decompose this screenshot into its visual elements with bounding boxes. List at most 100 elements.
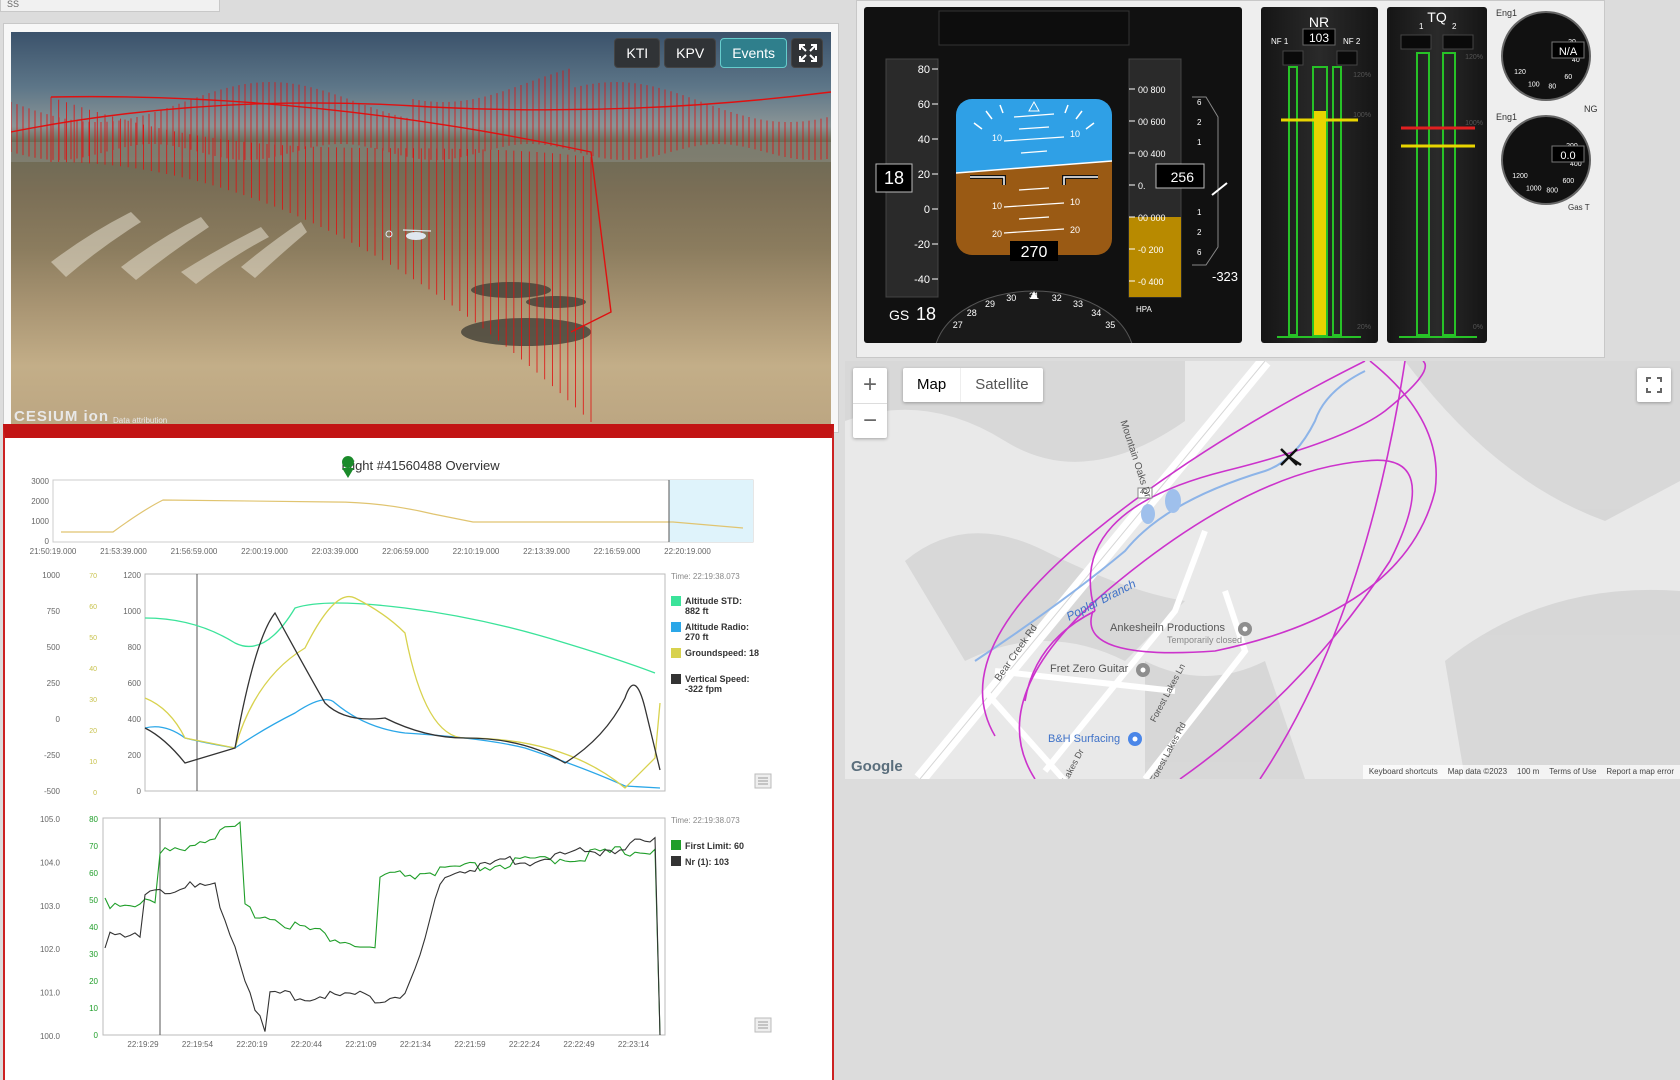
nr-100-label: 100% [1353,112,1371,119]
chart2-menu-icon[interactable] [754,1017,772,1033]
alt-tick-label: 00 800 [1138,85,1166,95]
compass-label: 29 [985,299,995,309]
fullscreen-icon [1646,377,1662,393]
charts-canvas[interactable]: 300020001000021:50:19.000 21:53:39.000 21:… [5,438,832,1078]
map-label-fret-zero[interactable]: Fret Zero Guitar [1050,663,1128,675]
chart1-axis2-tick: 0 [93,790,97,797]
compass-label: 34 [1091,308,1101,318]
overview-marker-icon[interactable] [342,456,355,478]
events-button[interactable]: Events [720,38,787,68]
chart2-axis1-tick: 104.0 [40,858,61,867]
legend-value: -322 fpm [685,684,722,694]
helicopter-map-icon [1280,448,1302,467]
overview-y-tick: 3000 [31,477,49,486]
chart2-axis2-tick: 80 [89,815,98,824]
legend-label[interactable]: Nr (1): 103 [685,857,729,867]
pitch-label: 20 [1070,225,1080,235]
zoom-out-button[interactable]: − [853,403,887,438]
gauge-tick-label: 80 [1548,83,1556,90]
speed-readout: 18 [884,168,904,188]
chart2-axis2-tick: 50 [89,896,98,905]
chart2-axis1-tick: 101.0 [40,989,61,998]
map-data-label: Map data ©2023 [1447,767,1508,776]
gauge-tick-label: 120 [1514,69,1526,76]
legend-label[interactable]: Altitude Radio: [685,622,749,632]
chart2-x-tick: 22:21:34 [400,1040,432,1049]
nr-120-label: 120% [1353,72,1371,79]
ng-gauge-value: N/A [1559,46,1578,58]
tq-gauge-canvas: TQ 1 2 120% 100% 0% [1399,9,1483,338]
vs-tick-label: 1 [1197,208,1202,217]
legend-label[interactable]: First Limit: 60 [685,841,744,851]
alt-tick-label: 00 400 [1138,149,1166,159]
chart2-axis1-tick: 100.0 [40,1032,61,1041]
report-error-link[interactable]: Report a map error [1606,767,1674,777]
poi-pin-icon[interactable] [1238,622,1252,636]
chart1-axis3-tick: 600 [128,679,142,688]
terms-link[interactable]: Terms of Use [1549,767,1596,777]
chart2-axis2-tick: 70 [89,842,98,851]
map-fullscreen-button[interactable] [1637,368,1671,402]
map-type-satellite-button[interactable]: Satellite [961,368,1042,402]
altitude-readout: 256 [1171,169,1195,185]
map-zoom-control: + − [853,368,887,438]
speed-tick-label: 20 [918,169,930,181]
tq-1-label: 1 [1419,22,1424,31]
legend-label[interactable]: Altitude STD: [685,596,742,606]
heading-readout: 270 [1021,244,1048,261]
chart1-axis1-tick: 750 [47,607,61,616]
pitch-label: 10 [1070,129,1080,139]
map-label-bh-surfacing[interactable]: B&H Surfacing [1048,733,1120,745]
chart2-axis2-tick: 20 [89,977,98,986]
primary-flight-display: 80 60 40 20 0 -20 -40 18 GS 18 10 10 10 … [864,7,1242,343]
cesium-3d-viewer[interactable]: KTI KPV Events CESIUM ion Data attributi… [11,32,831,425]
overview-x-tick: 22:03:39.000 [312,547,359,556]
google-logo: Google [851,758,903,775]
keyboard-shortcuts-link[interactable]: Keyboard shortcuts [1369,767,1438,777]
gas-t-gauge-label: Eng1 [1496,112,1517,122]
chart1-axis2-tick: 30 [89,697,97,704]
top-stub-tab[interactable]: ŠS [0,0,220,12]
top-stub-label: ŠS [7,0,20,9]
vs-tick-label: 6 [1197,98,1202,107]
overview-selection[interactable] [669,480,753,542]
map-label-ankeshein-status: Temporarily closed [1167,635,1243,645]
overview-x-tick: 22:16:59.000 [594,547,641,556]
chart2-x-tick: 22:20:19 [236,1040,268,1049]
kpv-button[interactable]: KPV [664,38,717,68]
chart1-axis3-tick: 1000 [123,607,141,616]
chart1-menu-icon[interactable] [754,773,772,789]
poi-pin-icon[interactable] [1136,663,1150,677]
alt-tick-label: 00 000 [1138,213,1166,223]
nf2-label: NF 2 [1343,37,1361,46]
legend-label[interactable]: Groundspeed: 18 [685,648,759,658]
chart1-axis2-tick: 50 [89,635,97,642]
chart2-x-tick: 22:21:59 [454,1040,486,1049]
chart2-axis2-tick: 30 [89,950,98,959]
overview-y-tick: 2000 [31,497,49,506]
chart2-axis1-tick: 105.0 [40,815,61,824]
ng-gauge-name: NG [1584,104,1598,114]
poi-pin-icon[interactable] [1128,732,1142,746]
chart1-axis2-tick: 40 [89,666,97,673]
zoom-in-button[interactable]: + [853,368,887,403]
tq-gauge-panel: TQ 1 2 120% 100% 0% [1387,7,1487,343]
tq-100-label: 100% [1465,120,1483,127]
nr-title: NR [1309,14,1329,30]
cesium-logo-text: CESIUM ion [14,408,109,425]
chart1-axis2-tick: 60 [89,604,97,611]
map-label-ankeshein[interactable]: Ankesheiln Productions [1110,622,1225,634]
speed-tick-label: 0 [924,204,930,216]
vs-tick-label: 6 [1197,248,1202,257]
legend-value: 882 ft [685,606,709,616]
altitude-chart-frame [144,573,666,792]
fullscreen-button[interactable] [791,38,823,68]
map-type-map-button[interactable]: Map [903,368,962,402]
legend-label[interactable]: Vertical Speed: [685,674,750,684]
chart2-x-tick: 22:19:54 [182,1040,214,1049]
chart1-axis2-tick: 20 [89,728,97,735]
chart1-axis1-tick: 250 [47,679,61,688]
speed-tick-label: -20 [914,239,930,251]
kti-button[interactable]: KTI [614,38,661,68]
flight-map[interactable]: 42 Mountain Oaks Dr Poplar Branch Ankesh… [845,361,1680,779]
